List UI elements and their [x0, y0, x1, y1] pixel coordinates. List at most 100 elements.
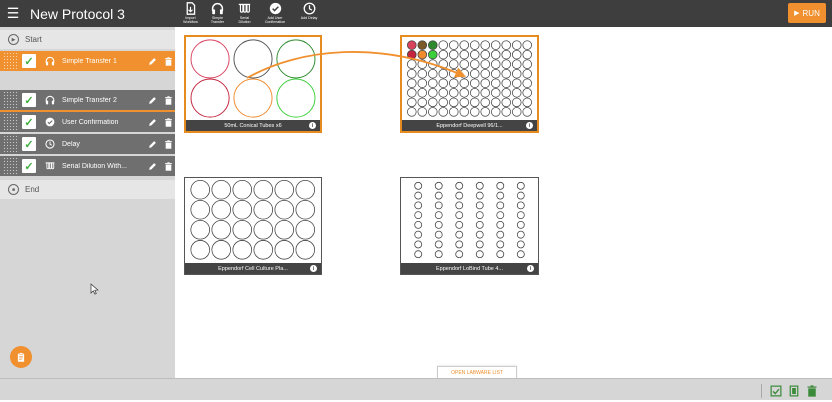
tube-slot[interactable]	[455, 230, 464, 239]
well[interactable]	[274, 179, 295, 200]
tube-slot[interactable]	[414, 201, 423, 210]
step-delay[interactable]: ✓ Delay	[0, 134, 175, 154]
trash-icon[interactable]	[806, 384, 818, 397]
well[interactable]	[469, 40, 480, 50]
tube-slot[interactable]	[496, 250, 505, 259]
well[interactable]	[232, 240, 253, 260]
well[interactable]	[427, 40, 438, 50]
well[interactable]	[253, 220, 274, 240]
add-user-confirmation-button[interactable]: Add User Confirmation	[259, 0, 291, 24]
tube-slot[interactable]	[455, 201, 464, 210]
delete-icon[interactable]	[162, 160, 174, 172]
labware-conical-tubes[interactable]: 50mL Conical Tubes x6 i	[184, 35, 322, 133]
start-step[interactable]: ▶ Start	[0, 30, 175, 49]
tube-slot[interactable]	[414, 191, 423, 200]
delete-icon[interactable]	[162, 116, 174, 128]
well[interactable]	[417, 68, 428, 79]
well[interactable]	[295, 220, 316, 240]
well[interactable]	[511, 97, 522, 108]
well[interactable]	[490, 40, 501, 50]
step-user-confirmation[interactable]: ✓ User Confirmation	[0, 112, 175, 132]
tube-slot[interactable]	[516, 201, 525, 210]
info-icon[interactable]: i	[526, 122, 533, 129]
save-check-icon[interactable]	[770, 384, 782, 397]
well[interactable]	[407, 59, 417, 69]
well[interactable]	[427, 97, 438, 108]
well[interactable]	[480, 78, 491, 89]
tube-slot[interactable]	[475, 240, 484, 249]
well[interactable]	[501, 49, 512, 60]
step-checkbox[interactable]: ✓	[22, 115, 36, 129]
run-button[interactable]: ▶ RUN	[788, 3, 826, 23]
well[interactable]	[448, 49, 459, 60]
well[interactable]	[522, 107, 532, 117]
well[interactable]	[438, 68, 449, 79]
well[interactable]	[501, 97, 512, 108]
labware-cell-culture-plate[interactable]: Eppendorf Cell Culture Pla... i	[184, 177, 322, 275]
add-delay-button[interactable]: Add Delay	[293, 0, 325, 20]
well[interactable]	[459, 88, 470, 98]
well[interactable]	[490, 88, 501, 98]
well[interactable]	[448, 107, 459, 117]
well[interactable]	[438, 107, 449, 117]
well[interactable]	[480, 68, 491, 79]
tube-slot[interactable]	[414, 240, 423, 249]
well[interactable]	[211, 199, 232, 220]
well[interactable]	[438, 78, 449, 89]
well[interactable]	[522, 68, 532, 79]
well[interactable]	[490, 97, 501, 108]
well[interactable]	[501, 59, 512, 69]
well[interactable]	[417, 97, 428, 108]
delete-icon[interactable]	[162, 94, 174, 106]
tube-slot[interactable]	[414, 211, 423, 220]
well[interactable]	[438, 40, 449, 50]
tube-slot[interactable]	[455, 220, 464, 229]
delete-icon[interactable]	[162, 55, 174, 67]
well[interactable]	[190, 199, 211, 220]
well[interactable]	[459, 78, 470, 89]
well[interactable]	[427, 59, 438, 69]
well[interactable]	[522, 49, 532, 60]
well[interactable]	[417, 88, 428, 98]
well[interactable]	[459, 59, 470, 69]
tube-slot[interactable]	[496, 201, 505, 210]
well[interactable]	[469, 97, 480, 108]
tube-slot[interactable]	[455, 211, 464, 220]
tube-slot[interactable]	[434, 191, 443, 200]
well[interactable]	[511, 107, 522, 117]
well[interactable]	[417, 49, 428, 60]
well[interactable]	[490, 107, 501, 117]
tube-slot[interactable]	[434, 220, 443, 229]
well[interactable]	[438, 59, 449, 69]
well[interactable]	[427, 107, 438, 117]
well[interactable]	[490, 78, 501, 89]
tube-slot[interactable]	[455, 240, 464, 249]
well[interactable]	[407, 88, 417, 98]
well[interactable]	[522, 78, 532, 89]
tube-slot[interactable]	[475, 201, 484, 210]
well[interactable]	[407, 49, 417, 60]
tube-slot[interactable]	[516, 250, 525, 259]
well[interactable]	[490, 59, 501, 69]
tube-slot[interactable]	[434, 240, 443, 249]
well[interactable]	[253, 179, 274, 200]
well[interactable]	[459, 49, 470, 60]
well[interactable]	[417, 40, 428, 50]
tube-slot[interactable]	[414, 230, 423, 239]
info-icon[interactable]: i	[309, 122, 316, 129]
well[interactable]	[211, 240, 232, 260]
tube-slot[interactable]	[496, 230, 505, 239]
copy-icon[interactable]	[788, 384, 800, 397]
well[interactable]	[511, 78, 522, 89]
tube-slot[interactable]	[414, 181, 423, 190]
tube-slot[interactable]	[516, 181, 525, 190]
well[interactable]	[427, 88, 438, 98]
step-checkbox[interactable]: ✓	[22, 93, 36, 107]
well[interactable]	[274, 240, 295, 260]
well[interactable]	[253, 240, 274, 260]
tube-slot[interactable]	[455, 250, 464, 259]
well[interactable]	[427, 49, 438, 60]
tube-slot[interactable]	[434, 211, 443, 220]
edit-icon[interactable]	[146, 138, 158, 150]
well[interactable]	[407, 97, 417, 108]
